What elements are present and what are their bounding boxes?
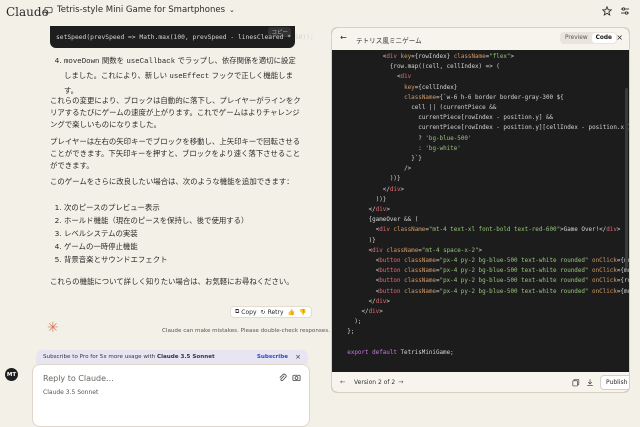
code-line: <button className="px-4 py-2 bg-blue-500… <box>375 258 629 264</box>
code-line: <div className="mt-4 text-xl font-bold t… <box>375 227 621 234</box>
paragraph: このゲームをさらに改良したい場合は、次のような機能を追加できます： <box>50 177 294 186</box>
paragraph: これらの機能について詳しく知りたい場合は、お気軽にお尋ねください。 <box>50 277 294 286</box>
code-line: </div> <box>368 207 390 213</box>
code-line: /> <box>404 166 412 173</box>
reply-input[interactable]: Reply to Claude... <box>43 374 114 383</box>
code-line: }; <box>347 329 355 336</box>
text-span: 関数を <box>99 56 127 65</box>
copy-label: Copy <box>241 308 257 316</box>
chat-title[interactable]: Tetris-style Mini Game for Smartphones ⌄ <box>44 5 235 15</box>
claude-spark-icon: ✳ <box>47 320 59 336</box>
close-icon[interactable]: × <box>295 353 301 361</box>
inline-code: moveDown <box>64 58 100 66</box>
code-line: </div> <box>368 298 390 305</box>
message-actions: ⧉ Copy ↻ Retry 👍 👎 <box>230 306 312 318</box>
code-line: <div className="mt-4 space-x-2"> <box>368 247 483 254</box>
tab-code[interactable]: Code <box>591 33 616 43</box>
artifact-header: ← テトリス風ミニゲーム Preview Code × <box>332 28 629 50</box>
code-line: className={`w-6 h-6 border border-gray-3… <box>404 94 564 101</box>
code-line: <button className="px-4 py-2 bg-blue-500… <box>375 288 629 295</box>
list-item: 次のピースのプレビュー表示 <box>64 201 300 214</box>
paragraph: プレイヤーは左右の矢印キーでブロックを移動し、上矢印キーで回転させることができま… <box>50 137 301 170</box>
view-toggle: Preview Code <box>560 32 617 44</box>
download-icon[interactable] <box>586 378 594 387</box>
code-line: {row.map((cell, cellIndex) => ( <box>389 64 500 71</box>
thumbs-down-icon[interactable]: 👎 <box>299 309 306 316</box>
publish-button[interactable]: Publish <box>600 375 629 390</box>
subscribe-link[interactable]: Subscribe <box>257 354 288 360</box>
retry-label: Retry <box>267 308 284 316</box>
copy-button[interactable]: ⧉ Copy <box>235 308 257 316</box>
version-label: Version 2 of 2 <box>354 379 396 386</box>
next-version-icon[interactable]: → <box>398 378 403 386</box>
code-line: <div key={rowIndex} className="flex"> <box>382 54 515 60</box>
reply-composer[interactable]: Reply to Claude... Claude 3.5 Sonnet <box>32 364 310 427</box>
promo-text: Subscribe to Pro for 5x more usage with … <box>43 354 215 360</box>
list-item: moveDown 関数を useCallback でラップし、依存関係を適切に設… <box>64 54 300 97</box>
code-editor: <div key={rowIndex} className="flex"> {ro… <box>332 50 630 372</box>
code-line: <button className="px-4 py-2 bg-blue-500… <box>375 268 629 275</box>
code-line: : 'bg-white' <box>418 145 461 152</box>
code-line: <div <box>397 74 412 81</box>
pro-promo-banner: Subscribe to Pro for 5x more usage with … <box>36 350 308 364</box>
code-line: ))} <box>375 196 387 203</box>
artifact-panel: ← テトリス風ミニゲーム Preview Code × <div key={ro… <box>331 27 630 393</box>
code-line: currentPiece[rowIndex - position.y][cell… <box>418 125 630 132</box>
paperclip-icon[interactable] <box>278 373 287 382</box>
chat-column: コピー setSpeed(prevSpeed => Math.max(100, … <box>0 26 330 427</box>
artifact-footer: ← Version 2 of 2 → Publish <box>332 372 629 392</box>
code-line: </div> <box>382 186 405 193</box>
inline-code: useCallback <box>126 58 176 66</box>
code-line: ? 'bg-blue-500' <box>418 135 472 142</box>
list-item: ホールド機能（現在のピースを保持し、後で使用する） <box>64 214 300 227</box>
camera-icon[interactable] <box>292 373 301 382</box>
code-line: key={cellIndex} <box>404 84 458 91</box>
code-snippet-line: setSpeed(prevSpeed => Math.max(100, prev… <box>56 34 314 41</box>
numbered-item-list: moveDown 関数を useCallback でラップし、依存関係を適切に設… <box>50 54 300 97</box>
model-selector[interactable]: Claude 3.5 Sonnet <box>43 389 98 396</box>
chevron-down-icon: ⌄ <box>229 6 235 14</box>
retry-icon: ↻ <box>260 308 266 316</box>
list-item: 背景音楽とサウンドエフェクト <box>64 253 300 266</box>
paragraph: これらの変更により、ブロックは自動的に落下し、プレイヤーがラインをクリアするたび… <box>50 96 301 129</box>
code-snippet-block: コピー setSpeed(prevSpeed => Math.max(100, … <box>50 26 314 48</box>
code-line: currentPiece[rowIndex - position.y] && <box>418 115 554 122</box>
scrollbar[interactable] <box>625 88 628 268</box>
top-bar: Claude Tetris-style Mini Game for Smartp… <box>0 0 640 26</box>
code-line: ); <box>354 319 362 326</box>
code-line: export default TetrisMiniGame; <box>347 349 454 356</box>
artifact-title: テトリス風ミニゲーム <box>356 37 422 45</box>
tab-preview[interactable]: Preview <box>561 33 592 43</box>
chat-title-text: Tetris-style Mini Game for Smartphones <box>57 5 226 15</box>
code-line: {gameOver && ( <box>368 217 419 224</box>
code-line: cell || (currentPiece && <box>411 105 497 111</box>
code-line: </div> <box>361 309 383 315</box>
copy-icon: ⧉ <box>235 308 240 315</box>
code-line: )} <box>368 237 376 244</box>
settings-sliders-icon[interactable] <box>620 6 630 16</box>
promo-text-b: Claude 3.5 Sonnet <box>157 354 215 360</box>
thumbs-up-icon[interactable]: 👍 <box>288 309 295 316</box>
back-arrow-icon[interactable]: ← <box>340 33 347 42</box>
copy-icon[interactable] <box>572 378 580 387</box>
code-line: <button className="px-4 py-2 bg-blue-500… <box>375 278 629 285</box>
chat-bubble-icon <box>44 6 53 15</box>
inline-code: useEffect <box>169 73 210 81</box>
version-nav: ← <box>340 378 345 386</box>
list-item: ゲームの一時停止機能 <box>64 240 300 253</box>
list-item: レベルシステムの実装 <box>64 227 300 240</box>
star-icon[interactable] <box>602 6 612 16</box>
disclaimer-text: Claude can make mistakes. Please double-… <box>162 328 330 334</box>
promo-text-a: Subscribe to Pro for 5x more usage with <box>43 354 157 360</box>
code-line: }`} <box>411 156 422 162</box>
app-brand[interactable]: Claude <box>6 5 49 19</box>
avatar[interactable]: MT <box>5 368 18 381</box>
code-line: ))} <box>389 176 401 183</box>
feature-list: 次のピースのプレビュー表示 ホールド機能（現在のピースを保持し、後で使用する） … <box>50 201 300 266</box>
close-icon[interactable]: × <box>616 33 623 42</box>
prev-version-icon[interactable]: ← <box>340 378 345 386</box>
retry-button[interactable]: ↻ Retry <box>261 309 284 316</box>
